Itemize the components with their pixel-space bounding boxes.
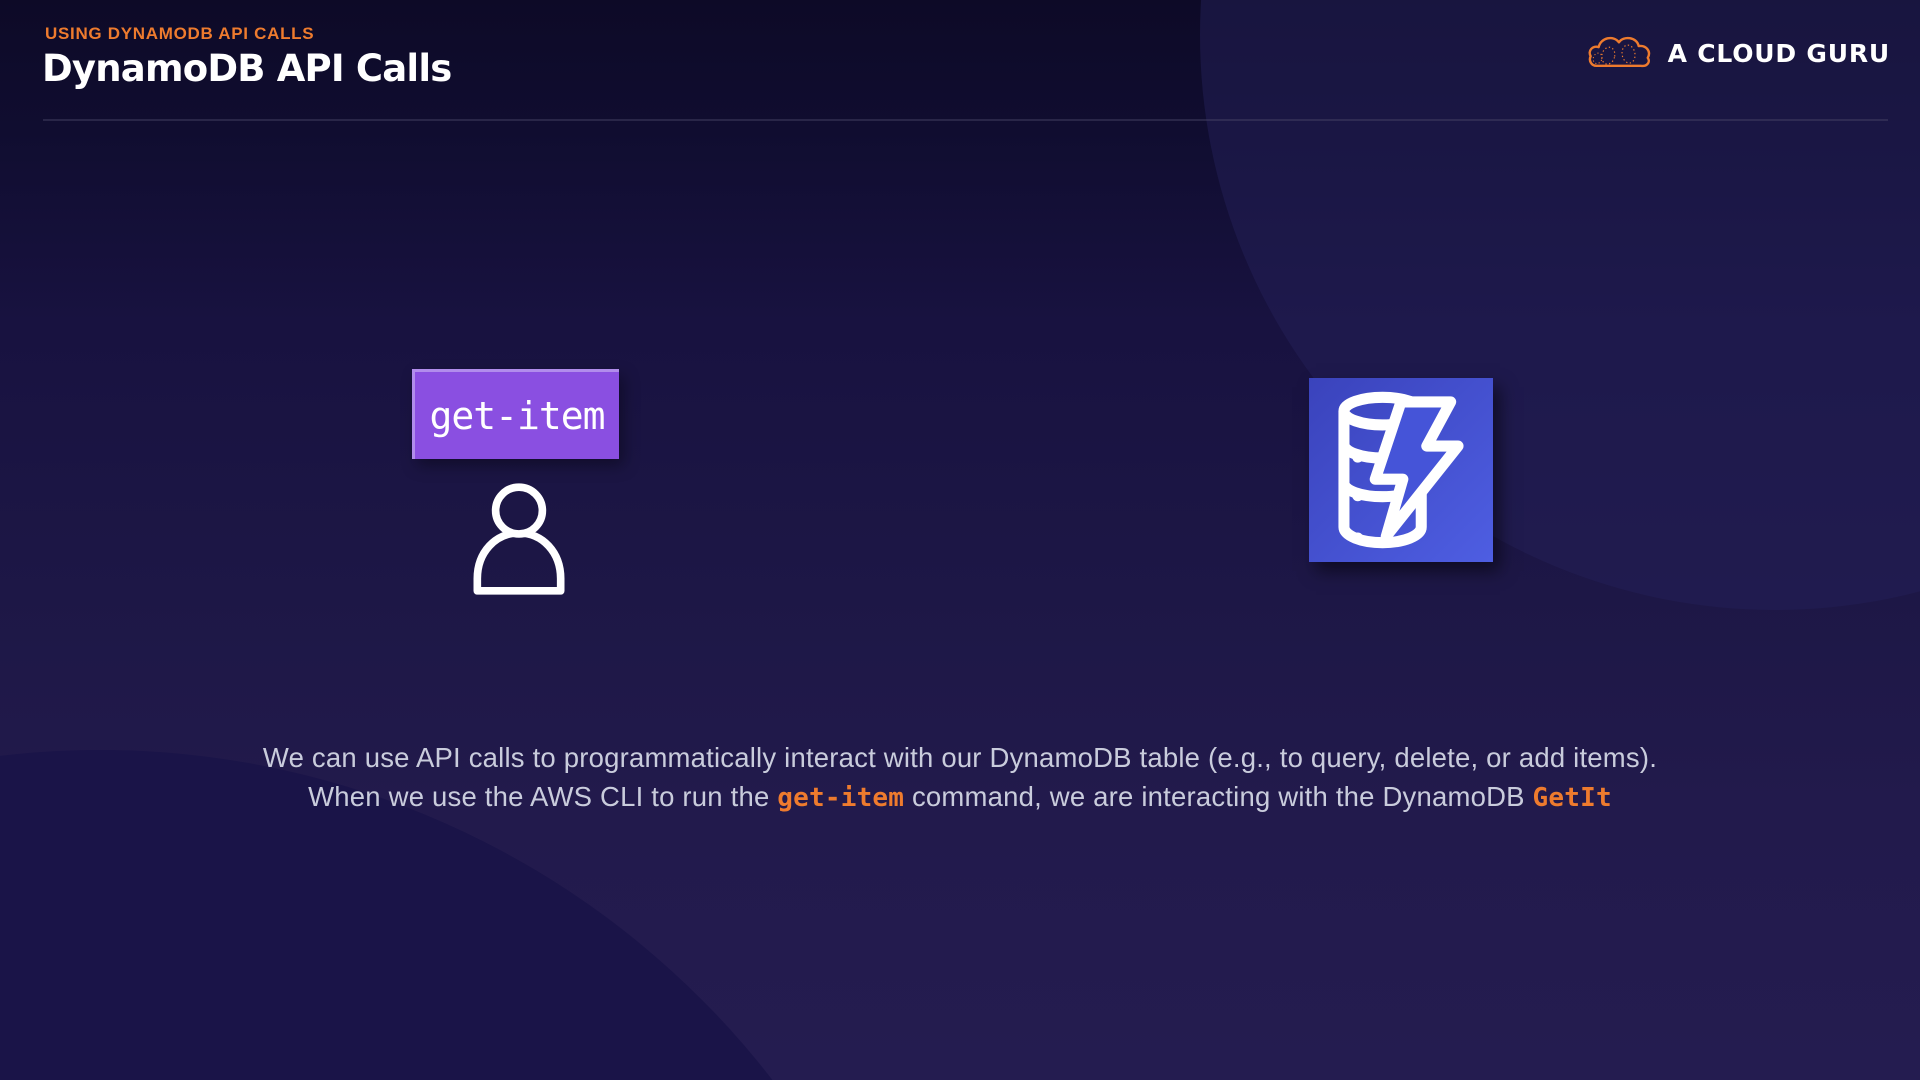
person-icon (458, 476, 580, 600)
caption-line2-text: When we use the AWS CLI to run the (308, 781, 777, 812)
slide: USING DYNAMODB API CALLS DynamoDB API Ca… (0, 0, 1920, 1080)
background-circle-top-right (1200, 0, 1920, 610)
cloud-icon (1588, 30, 1652, 76)
acloudguru-wordmark: A CLOUD GURU (1668, 39, 1890, 68)
dynamodb-icon (1309, 378, 1493, 562)
command-box: get-item (412, 369, 619, 459)
page-title: DynamoDB API Calls (42, 47, 451, 90)
header-divider (43, 119, 1888, 121)
acloudguru-logo: A CLOUD GURU (1588, 30, 1890, 76)
lesson-eyebrow: USING DYNAMODB API CALLS (45, 24, 314, 44)
caption-line2: When we use the AWS CLI to run the get-i… (0, 777, 1920, 818)
caption-code-getit: GetIt (1533, 783, 1612, 813)
caption-line2-mid: command, we are interacting with the Dyn… (904, 781, 1532, 812)
caption-code-get-item: get-item (777, 783, 904, 813)
command-label: get-item (429, 394, 604, 438)
caption: We can use API calls to programmatically… (0, 738, 1920, 818)
caption-line1: We can use API calls to programmatically… (0, 738, 1920, 777)
